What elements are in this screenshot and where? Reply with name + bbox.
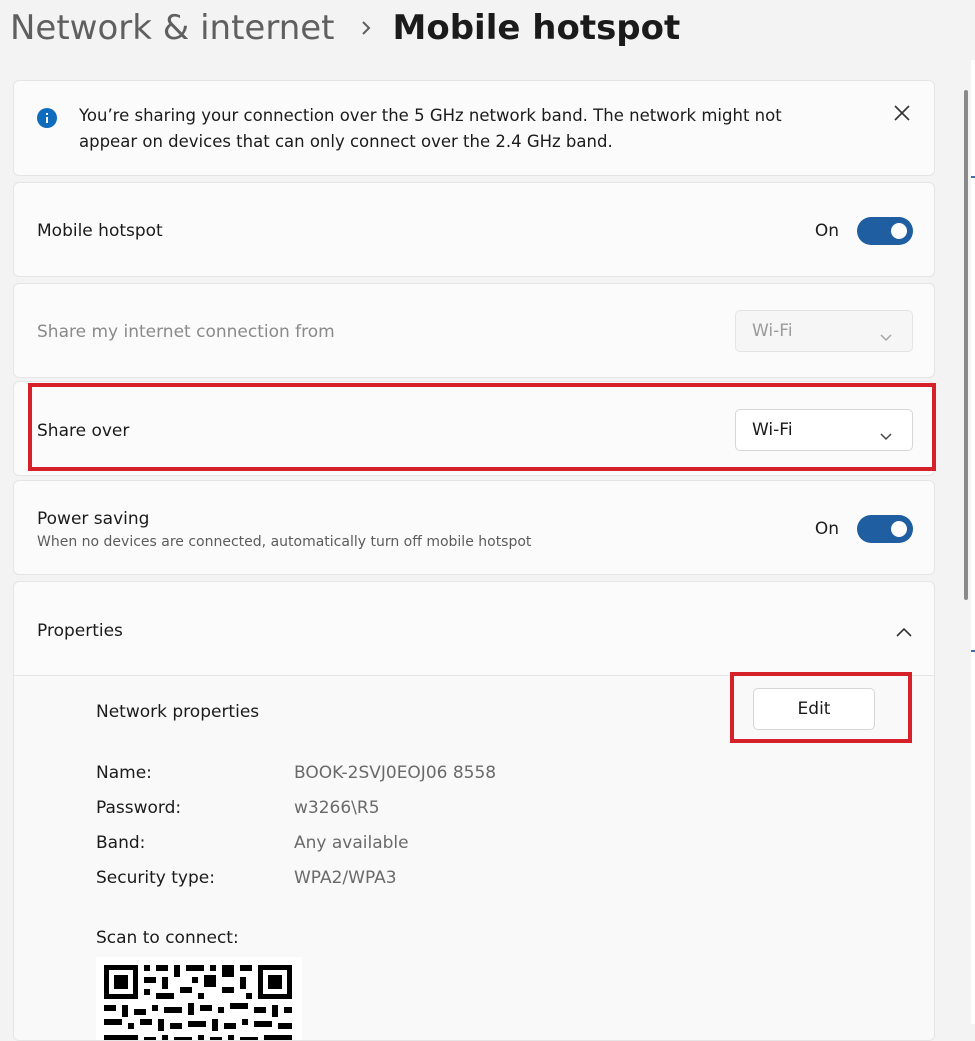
power-saving-label: Power saving (37, 509, 150, 529)
mobile-hotspot-toggle-group: On (815, 217, 913, 245)
chevron-right-icon (361, 20, 371, 36)
property-key: Password: (96, 798, 182, 818)
share-from-value: Wi-Fi (752, 321, 793, 341)
share-from-dropdown[interactable]: Wi-Fi (735, 310, 913, 352)
property-key: Band: (96, 833, 146, 853)
window-edge-mark (971, 176, 975, 178)
mobile-hotspot-state: On (814, 221, 839, 241)
chevron-up-icon[interactable] (896, 622, 912, 641)
close-icon[interactable] (892, 103, 912, 123)
share-from-label: Share my internet connection from (37, 322, 335, 342)
info-banner: You’re sharing your connection over the … (13, 80, 935, 176)
chevron-down-icon (880, 327, 892, 342)
mobile-hotspot-row: Mobile hotspot On (13, 182, 935, 277)
window-edge-mark (971, 650, 975, 652)
power-saving-description: When no devices are connected, automatic… (37, 534, 532, 550)
network-properties-label: Network properties (96, 702, 260, 722)
property-key: Name: (96, 763, 152, 783)
info-icon (37, 108, 57, 128)
breadcrumb: Network & internet Mobile hotspot (10, 4, 680, 52)
info-banner-text: You’re sharing your connection over the … (79, 106, 782, 151)
qr-code-image (96, 957, 302, 1040)
mobile-hotspot-label: Mobile hotspot (37, 221, 163, 241)
property-value: BOOK-2SVJ0EOJ06 8558 (294, 763, 497, 783)
share-over-highlight (28, 383, 936, 471)
scan-to-connect-label: Scan to connect: (96, 928, 239, 948)
share-from-row: Share my internet connection from Wi-Fi (13, 283, 935, 378)
power-saving-toggle[interactable] (857, 515, 913, 543)
power-saving-row: Power saving When no devices are connect… (13, 480, 935, 575)
property-value: WPA2/WPA3 (294, 868, 397, 888)
power-saving-toggle-group: On (815, 515, 913, 543)
breadcrumb-parent-link[interactable]: Network & internet (10, 8, 335, 48)
property-key: Security type: (96, 868, 215, 888)
property-value: w3266\R5 (294, 798, 380, 818)
window-edge (971, 60, 975, 1024)
properties-label: Properties (37, 621, 123, 641)
scrollbar-thumb[interactable] (964, 90, 968, 600)
property-value: Any available (294, 833, 409, 853)
page-title: Mobile hotspot (392, 8, 681, 48)
edit-button-highlight (730, 672, 912, 743)
properties-section: Properties Network properties Edit Name:… (13, 581, 935, 1041)
mobile-hotspot-toggle[interactable] (857, 217, 913, 245)
power-saving-state: On (814, 519, 839, 539)
